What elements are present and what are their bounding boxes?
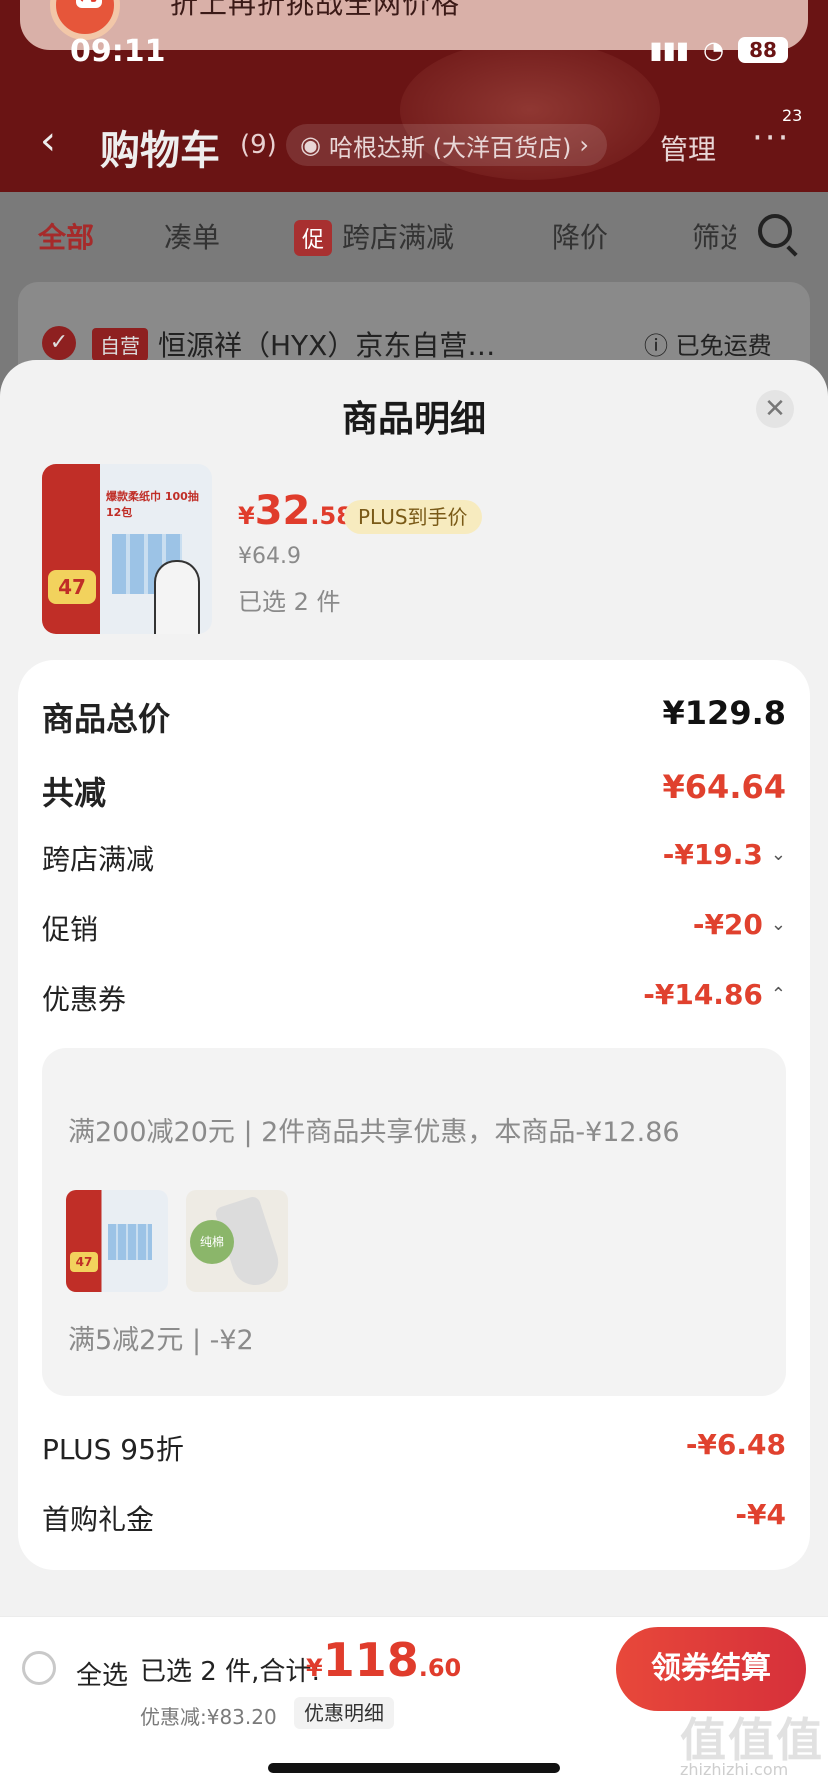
sheet-title: 商品明细 xyxy=(341,399,486,440)
total-dec: .60 xyxy=(418,1654,462,1682)
page-title: 购物车 xyxy=(100,128,220,174)
selected-count: 已选 2 件 xyxy=(238,588,341,616)
firstbuy-value: -¥4 xyxy=(735,1498,786,1531)
home-indicator xyxy=(268,1763,560,1773)
firstbuy-label: 首购礼金 xyxy=(42,1503,155,1536)
eye-icon: ◉ xyxy=(300,131,321,159)
promo-chip: 促 xyxy=(294,220,333,256)
address-selector[interactable]: ◉ 哈根达斯 (大洋百货店) › xyxy=(286,124,607,166)
coupon-product-thumb-socks[interactable]: 纯棉 xyxy=(186,1190,288,1292)
discount-detail-button[interactable]: 优惠明细 xyxy=(294,1697,394,1729)
reduce-label: 共减 xyxy=(42,774,107,812)
plus-price-tag: PLUS到手价 xyxy=(344,500,482,534)
total-value: ¥129.8 xyxy=(662,694,786,732)
more-badge: 23 xyxy=(782,106,803,125)
original-price: ¥64.9 xyxy=(238,544,301,569)
coupon-label: 优惠券 xyxy=(42,983,127,1016)
detail-sheet: 商品明细 ✕ 爆款柔纸巾 100抽12包 47 ¥32.58 PLUS到手价 ¥… xyxy=(0,360,828,1792)
row-cross-store[interactable]: 跨店满减 -¥19.3 ⌄ xyxy=(42,838,786,878)
close-icon[interactable]: ✕ xyxy=(756,390,794,428)
tab-all[interactable]: 全部 xyxy=(38,216,94,256)
nav-bar: ‹ 购物车 (9) ◉ 哈根达斯 (大洋百货店) › 管理 ··· 23 xyxy=(0,106,828,180)
discount-text: 优惠减:¥83.20 xyxy=(140,1705,277,1729)
tab-cross-store[interactable]: 促跨店满减 xyxy=(294,216,454,256)
search-icon[interactable] xyxy=(758,214,792,248)
cart-count: (9) xyxy=(240,130,277,160)
coupon-detail-box: 满200减20元 | 2件商品共享优惠，本商品-¥12.86 47 纯棉 满5减… xyxy=(42,1048,786,1396)
cotton-badge: 纯棉 xyxy=(190,1220,234,1264)
chevron-down-icon[interactable]: ⌄ xyxy=(771,844,786,865)
total-int: 118 xyxy=(322,1633,419,1687)
select-all-label[interactable]: 全选 xyxy=(76,1655,128,1692)
free-shipping-text: 已免运费 xyxy=(675,332,772,360)
row-firstbuy: 首购礼金 -¥4 xyxy=(42,1498,786,1538)
tab-price-drop[interactable]: 降价 xyxy=(552,216,608,256)
coupon-description: 满200减20元 | 2件商品共享优惠，本商品-¥12.86 xyxy=(68,1117,680,1148)
coupon-sub-text: 满5减2元 | -¥2 xyxy=(68,1325,254,1356)
row-coupon[interactable]: 优惠券 -¥14.86 ⌃ xyxy=(42,978,786,1018)
price-yen: ¥ xyxy=(238,502,255,530)
tab-cross-store-label: 跨店满减 xyxy=(342,221,455,254)
cross-store-amount: -¥19.3 ⌄ xyxy=(663,838,786,871)
cross-store-label: 跨店满减 xyxy=(42,843,155,876)
battery-icon: 88 xyxy=(738,37,788,63)
status-time: 09:11 xyxy=(70,34,166,69)
row-reduce: 共减 ¥64.64 xyxy=(42,768,786,812)
store-name[interactable]: 恒源祥（HYX）京东自营… xyxy=(158,324,495,364)
product-thumbnail[interactable]: 爆款柔纸巾 100抽12包 47 xyxy=(42,464,212,634)
total-selected-label: 已选 2 件,合计: xyxy=(140,1657,321,1687)
free-shipping: ⓘ 已免运费 xyxy=(644,332,772,360)
total-price: ¥118.60 xyxy=(306,1633,461,1687)
reduce-value: ¥64.64 xyxy=(662,768,786,806)
promo-amount: -¥20 ⌄ xyxy=(693,908,786,941)
thumb-title: 爆款柔纸巾 100抽12包 xyxy=(106,490,199,519)
thumb-price-badge: 47 xyxy=(70,1252,98,1272)
promo-value: -¥20 xyxy=(692,908,763,941)
cart-header: 淘 折上再折挑战全网价格 09:11 ▮▮▮ ◔ 88 ‹ 购物车 (9) ◉ … xyxy=(0,0,828,192)
tissue-stack-image xyxy=(108,1224,152,1260)
tab-bundle[interactable]: 凑单 xyxy=(164,216,220,256)
price-int: 32 xyxy=(254,488,311,534)
watermark-url: zhizhizhi.com xyxy=(680,1760,789,1779)
taobao-logo-text: 淘 xyxy=(76,0,102,8)
price-detail-card: 商品总价 ¥129.8 共减 ¥64.64 跨店满减 -¥19.3 ⌄ 促销 -¥… xyxy=(18,660,810,1570)
checkout-button[interactable]: 领券结算 xyxy=(616,1627,806,1711)
signal-icon: ▮▮▮ xyxy=(649,36,690,64)
store-check-icon[interactable]: ✓ xyxy=(42,326,76,360)
chevron-right-icon: › xyxy=(579,131,589,159)
cross-store-value: -¥19.3 xyxy=(662,838,763,871)
coupon-product-thumb-tissue[interactable]: 47 xyxy=(66,1190,168,1292)
self-operated-tag: 自营 xyxy=(92,328,148,361)
chevron-up-icon[interactable]: ⌃ xyxy=(771,984,786,1005)
row-total: 商品总价 ¥129.8 xyxy=(42,694,786,738)
total-yen: ¥ xyxy=(306,1654,323,1682)
select-all-radio[interactable] xyxy=(22,1651,56,1685)
model-image xyxy=(154,560,200,634)
coupon-value: -¥14.86 xyxy=(643,978,763,1011)
status-icons: ▮▮▮ ◔ 88 xyxy=(649,36,788,64)
filter-tabs: 全部 凑单 促跨店满减 降价 筛选 xyxy=(0,192,828,282)
address-text: 哈根达斯 (大洋百货店) xyxy=(328,133,572,162)
product-price: ¥32.58 xyxy=(238,488,353,534)
tab-filter[interactable]: 筛选 xyxy=(692,216,736,256)
chevron-down-icon[interactable]: ⌄ xyxy=(771,914,786,935)
coupon-amount: -¥14.86 ⌃ xyxy=(643,978,786,1011)
row-promo[interactable]: 促销 -¥20 ⌄ xyxy=(42,908,786,948)
wifi-icon: ◔ xyxy=(703,36,724,64)
row-plus: PLUS 95折 -¥6.48 xyxy=(42,1428,786,1468)
plus-value: -¥6.48 xyxy=(685,1428,786,1461)
banner-text: 折上再折挑战全网价格 xyxy=(170,0,461,20)
manage-button[interactable]: 管理 xyxy=(660,128,716,168)
chevron-left-icon[interactable]: ‹ xyxy=(40,118,56,164)
total-label: 商品总价 xyxy=(42,700,171,738)
thumb-price-badge: 47 xyxy=(48,570,96,604)
plus-label: PLUS 95折 xyxy=(42,1433,184,1466)
promo-label: 促销 xyxy=(42,913,99,946)
